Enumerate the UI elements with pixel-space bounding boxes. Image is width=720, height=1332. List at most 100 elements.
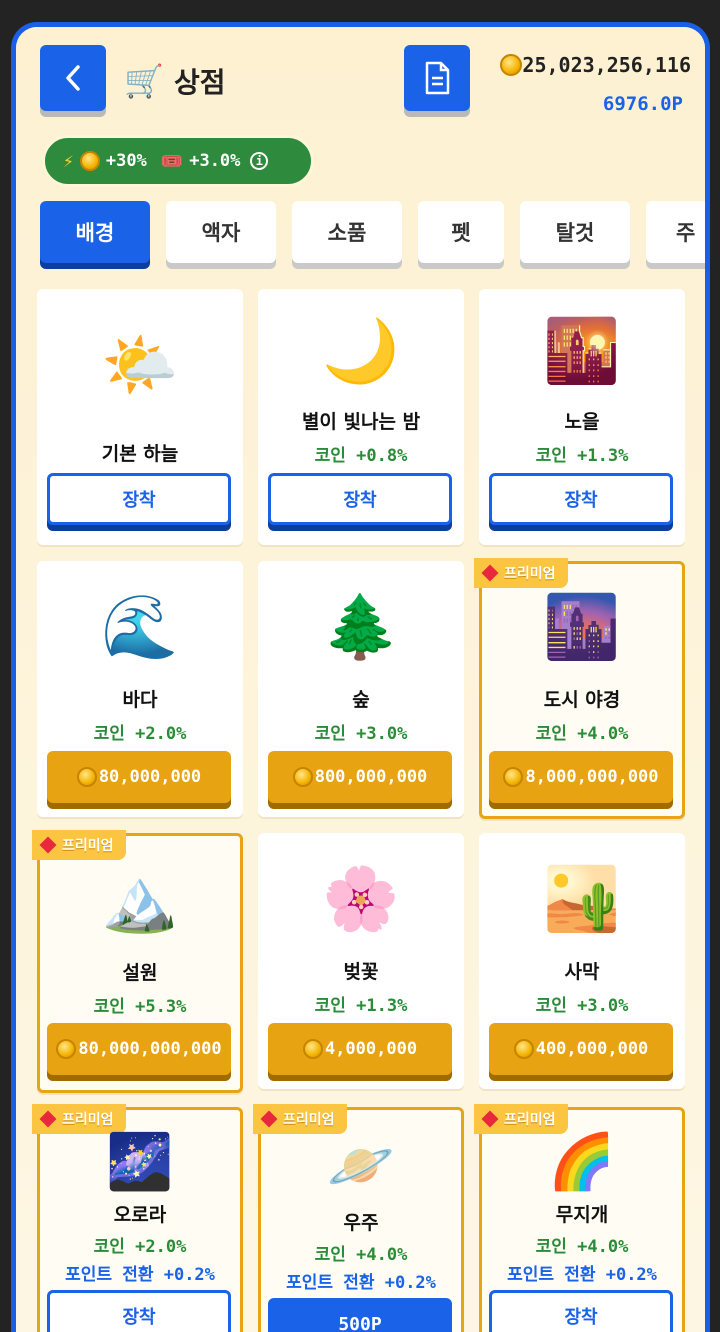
equip-button[interactable]: 장착 <box>47 1290 231 1332</box>
cart-icon: 🛒 <box>124 62 164 100</box>
price-label: 400,000,000 <box>535 1039 649 1059</box>
price-label: 8,000,000,000 <box>525 767 659 787</box>
ticket-bonus-value: +3.0% <box>189 151 241 171</box>
coin-icon <box>513 1039 534 1059</box>
item-name: 무지개 <box>555 1204 609 1226</box>
item-stat: 코인 +1.3% <box>535 446 629 466</box>
item-stat: 코인 +4.0% <box>314 1245 408 1265</box>
info-icon[interactable]: i <box>250 152 269 170</box>
diamond-icon <box>481 1110 499 1128</box>
coin-balance-value: 25,023,256,116 <box>522 53 691 77</box>
price-label: 80,000,000 <box>98 767 202 787</box>
item-card: 🌙 별이 빛나는 밤 코인 +0.8% 장착 <box>258 289 464 545</box>
diamond-icon <box>39 1110 57 1128</box>
partly-sunny-icon: 🌤️ <box>101 328 179 401</box>
tab-pet[interactable]: 펫 <box>418 201 504 263</box>
sunset-city-icon: 🌇 <box>543 314 621 387</box>
item-stat: 코인 +1.3% <box>314 996 408 1016</box>
snow-mountain-icon: 🏔️ <box>101 863 179 936</box>
ringed-planet-icon: 🪐 <box>327 1134 395 1197</box>
premium-badge-label: 프리미엄 <box>504 566 556 582</box>
item-name: 도시 야경 <box>543 689 621 711</box>
premium-badge: 프리미엄 <box>474 558 568 588</box>
premium-badge-label: 프리미엄 <box>283 1112 335 1128</box>
lightning-icon: ⚡ <box>63 150 74 172</box>
tab-frame[interactable]: 액자 <box>166 201 276 263</box>
item-name: 노을 <box>564 411 600 433</box>
item-card-premium: 프리미엄 🌌 오로라 코인 +2.0% 포인트 전환 +0.2% 장착 <box>32 1104 243 1332</box>
tab-background[interactable]: 배경 <box>40 201 150 263</box>
bonus-pill[interactable]: ⚡ +30% 🎟️ +3.0% i <box>42 135 314 187</box>
buy-button[interactable]: 400,000,000 <box>489 1023 673 1075</box>
coin-bonus-value: +30% <box>105 151 147 171</box>
item-stat: 코인 +4.0% <box>535 724 629 744</box>
item-card: 🌲 숲 코인 +3.0% 800,000,000 <box>258 561 464 817</box>
wave-icon: 🌊 <box>101 590 179 663</box>
premium-badge-label: 프리미엄 <box>62 838 114 854</box>
buy-with-points-button[interactable]: 500P <box>268 1298 452 1332</box>
coin-balance: 25,023,256,116 <box>500 53 691 77</box>
ticket-icon: 🎟️ <box>160 150 184 172</box>
buy-button[interactable]: 4,000,000 <box>268 1023 452 1075</box>
tab-more[interactable]: 주 <box>646 201 705 263</box>
item-card-premium: 프리미엄 🌈 무지개 코인 +4.0% 포인트 전환 +0.2% 장착 <box>474 1104 685 1332</box>
milky-way-icon: 🌌 <box>106 1130 174 1193</box>
crescent-moon-icon: 🌙 <box>322 314 400 387</box>
coin-icon <box>79 151 100 171</box>
item-card: 🌇 노을 코인 +1.3% 장착 <box>479 289 685 545</box>
shop-window: 🛒 상점 25,023,256,116 6976.0P ⚡ +30% 🎟️ +3… <box>11 22 710 1332</box>
coin-icon <box>56 1039 77 1059</box>
night-city-icon: 🌆 <box>543 590 621 663</box>
shop-background: 🛒 상점 25,023,256,116 6976.0P ⚡ +30% 🎟️ +3… <box>16 27 705 1332</box>
back-button[interactable] <box>40 45 106 111</box>
equip-button[interactable]: 장착 <box>47 473 231 525</box>
item-card-premium: 프리미엄 🌆 도시 야경 코인 +4.0% 8,000,000,000 <box>474 558 685 819</box>
point-balance: 6976.0P <box>602 93 683 115</box>
coin-icon <box>500 54 523 76</box>
evergreen-tree-icon: 🌲 <box>322 590 400 663</box>
equip-button[interactable]: 장착 <box>489 1290 673 1332</box>
item-stat: 코인 +4.0% <box>535 1237 629 1257</box>
page-title: 상점 <box>174 66 226 99</box>
desert-icon: 🏜️ <box>543 862 621 935</box>
buy-button[interactable]: 800,000,000 <box>268 751 452 803</box>
tab-vehicle[interactable]: 탈것 <box>520 201 630 263</box>
history-button[interactable] <box>404 45 470 111</box>
price-label: 800,000,000 <box>314 767 428 787</box>
item-stat-point: 포인트 전환 +0.2% <box>507 1265 657 1285</box>
diamond-icon <box>39 836 57 854</box>
coin-icon <box>292 767 313 787</box>
tab-props[interactable]: 소품 <box>292 201 402 263</box>
item-name: 바다 <box>122 689 158 711</box>
chevron-left-icon <box>66 65 80 91</box>
coin-icon <box>503 767 524 787</box>
buy-button[interactable]: 80,000,000 <box>47 751 231 803</box>
price-label: 4,000,000 <box>324 1039 418 1059</box>
item-name: 우주 <box>343 1212 379 1234</box>
item-name: 기본 하늘 <box>101 443 179 465</box>
item-stat: 코인 +2.0% <box>93 724 187 744</box>
item-stat-point: 포인트 전환 +0.2% <box>286 1273 436 1293</box>
item-name: 사막 <box>564 961 600 983</box>
item-stat: 코인 +3.0% <box>535 996 629 1016</box>
premium-badge: 프리미엄 <box>32 830 126 860</box>
item-card: 🌸 벚꽃 코인 +1.3% 4,000,000 <box>258 833 464 1089</box>
rainbow-icon: 🌈 <box>548 1130 616 1193</box>
buy-button[interactable]: 8,000,000,000 <box>489 751 673 803</box>
equip-button[interactable]: 장착 <box>268 473 452 525</box>
item-card: 🏜️ 사막 코인 +3.0% 400,000,000 <box>479 833 685 1089</box>
cherry-blossom-icon: 🌸 <box>322 862 400 935</box>
item-name: 숲 <box>352 689 370 711</box>
item-card: 🌤️ 기본 하늘 장착 <box>37 289 243 545</box>
document-icon <box>425 61 450 95</box>
buy-button[interactable]: 80,000,000,000 <box>47 1023 231 1075</box>
item-stat: 코인 +2.0% <box>93 1237 187 1257</box>
item-card-premium: 프리미엄 🪐 우주 코인 +4.0% 포인트 전환 +0.2% 500P <box>253 1104 464 1332</box>
item-stat-point: 포인트 전환 +0.2% <box>65 1265 215 1285</box>
coin-icon <box>302 1039 323 1059</box>
equip-button[interactable]: 장착 <box>489 473 673 525</box>
item-name: 오로라 <box>113 1204 167 1226</box>
item-name: 설원 <box>122 962 158 984</box>
price-label: 80,000,000,000 <box>78 1039 222 1059</box>
item-card-premium: 프리미엄 🏔️ 설원 코인 +5.3% 80,000,000,000 <box>32 830 243 1093</box>
